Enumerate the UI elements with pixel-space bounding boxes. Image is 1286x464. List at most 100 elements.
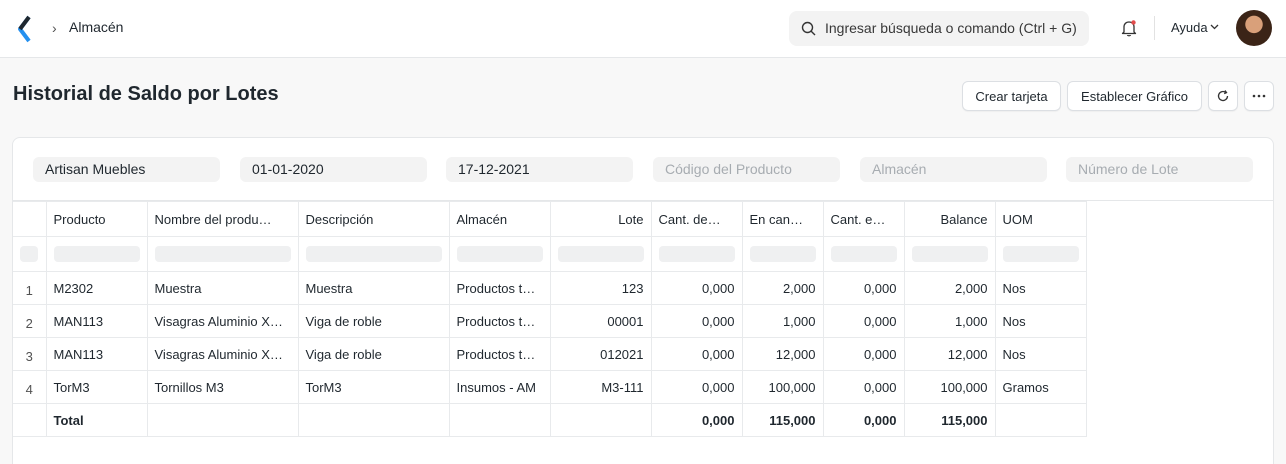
cell-lote[interactable]: 123 [549,271,652,305]
column-header[interactable]: Descripción [297,201,450,237]
app-logo-icon[interactable] [17,15,35,43]
cell-cant-de[interactable]: 0,000 [650,304,743,338]
column-filter-input[interactable] [903,236,996,272]
column-filter-input[interactable] [549,236,652,272]
select-all-checkbox[interactable] [13,236,47,272]
cell-almacen[interactable]: Productos t… [448,337,551,371]
table-row[interactable]: 4 TorM3 Tornillos M3 TorM3 Insumos - AM … [13,370,1087,404]
cell-lote[interactable]: 012021 [549,337,652,371]
column-filter-input[interactable] [822,236,905,272]
table-row[interactable]: 1 M2302 Muestra Muestra Productos t… 123… [13,271,1087,305]
cell-producto[interactable]: MAN113 [45,337,148,371]
table-row[interactable]: 2 MAN113 Visagras Aluminio X… Viga de ro… [13,304,1087,338]
page-title: Historial de Saldo por Lotes [13,83,279,105]
cell-nombre[interactable]: Muestra [146,271,299,305]
cell-descripcion[interactable]: Viga de roble [297,304,450,338]
breadcrumb-almacen[interactable]: Almacén [69,19,123,35]
column-filter-input[interactable] [650,236,743,272]
cell-en-can[interactable]: 2,000 [741,271,824,305]
cell-lote[interactable]: 00001 [549,304,652,338]
row-index-header [13,201,47,237]
cell-balance[interactable]: 100,000 [903,370,996,404]
cell-balance[interactable]: 2,000 [903,271,996,305]
cell-almacen[interactable]: Productos t… [448,271,551,305]
column-header[interactable]: Almacén [448,201,551,237]
column-header[interactable]: Balance [903,201,996,237]
column-filter-input[interactable] [994,236,1087,272]
column-header[interactable]: Lote [549,201,652,237]
column-filter-input[interactable] [146,236,299,272]
search-input[interactable]: Ingresar búsqueda o comando (Ctrl + G) [825,20,1077,36]
cell-balance[interactable]: 1,000 [903,304,996,338]
breadcrumb-chevron-icon: › [52,20,57,36]
from-date-filter[interactable]: 01-01-2020 [240,157,427,182]
row-number: 1 [13,271,47,305]
cell-descripcion[interactable]: Muestra [297,271,450,305]
help-menu[interactable]: Ayuda [1171,20,1208,35]
cell-descripcion[interactable]: Viga de roble [297,337,450,371]
cell-en-can[interactable]: 12,000 [741,337,824,371]
total-cant-de: 0,000 [650,403,743,437]
search-bar[interactable]: Ingresar búsqueda o comando (Ctrl + G) [789,11,1089,46]
cell-descripcion[interactable]: TorM3 [297,370,450,404]
row-number: 2 [13,304,47,338]
cell-cant-e[interactable]: 0,000 [822,337,905,371]
cell-cant-de[interactable]: 0,000 [650,271,743,305]
column-header[interactable]: Cant. de… [650,201,743,237]
column-filter-input[interactable] [448,236,551,272]
batch-number-filter[interactable]: Número de Lote [1066,157,1253,182]
more-options-button[interactable] [1244,81,1274,111]
refresh-button[interactable] [1208,81,1238,111]
notification-bell-icon[interactable] [1119,18,1139,38]
company-filter[interactable]: Artisan Muebles [33,157,220,182]
cell-en-can[interactable]: 1,000 [741,304,824,338]
cell-cant-de[interactable]: 0,000 [650,337,743,371]
total-en-can: 115,000 [741,403,824,437]
item-code-filter[interactable]: Código del Producto [653,157,840,182]
chevron-down-icon[interactable] [1210,24,1219,30]
total-balance: 115,000 [903,403,996,437]
search-icon [801,21,816,36]
cell-lote[interactable]: M3-111 [549,370,652,404]
column-header[interactable]: En can… [741,201,824,237]
cell-cant-de[interactable]: 0,000 [650,370,743,404]
total-cell [297,403,450,437]
total-cell [146,403,299,437]
create-card-button[interactable]: Crear tarjeta [962,81,1061,111]
cell-nombre[interactable]: Visagras Aluminio X… [146,304,299,338]
user-avatar[interactable] [1236,10,1272,46]
cell-producto[interactable]: MAN113 [45,304,148,338]
cell-almacen[interactable]: Productos t… [448,304,551,338]
to-date-filter[interactable]: 17-12-2021 [446,157,633,182]
cell-cant-e[interactable]: 0,000 [822,304,905,338]
report-table: Producto Nombre del produ… Descripción A… [13,201,1087,437]
cell-nombre[interactable]: Visagras Aluminio X… [146,337,299,371]
cell-balance[interactable]: 12,000 [903,337,996,371]
column-filter-input[interactable] [297,236,450,272]
column-filter-input[interactable] [741,236,824,272]
column-header[interactable]: Nombre del produ… [146,201,299,237]
column-filter-input[interactable] [45,236,148,272]
column-header[interactable]: Cant. e… [822,201,905,237]
cell-cant-e[interactable]: 0,000 [822,271,905,305]
ellipsis-icon [1252,94,1266,98]
cell-producto[interactable]: TorM3 [45,370,148,404]
set-chart-button[interactable]: Establecer Gráfico [1067,81,1202,111]
cell-en-can[interactable]: 100,000 [741,370,824,404]
cell-almacen[interactable]: Insumos - AM [448,370,551,404]
total-cell [549,403,652,437]
warehouse-filter[interactable]: Almacén [860,157,1047,182]
table-row[interactable]: 3 MAN113 Visagras Aluminio X… Viga de ro… [13,337,1087,371]
cell-cant-e[interactable]: 0,000 [822,370,905,404]
cell-uom[interactable]: Nos [994,271,1087,305]
cell-uom[interactable]: Nos [994,337,1087,371]
column-filter-row [13,236,1087,272]
cell-producto[interactable]: M2302 [45,271,148,305]
total-cell [448,403,551,437]
column-header[interactable]: UOM [994,201,1087,237]
cell-uom[interactable]: Nos [994,304,1087,338]
cell-uom[interactable]: Gramos [994,370,1087,404]
column-header[interactable]: Producto [45,201,148,237]
row-number: 4 [13,370,47,404]
cell-nombre[interactable]: Tornillos M3 [146,370,299,404]
